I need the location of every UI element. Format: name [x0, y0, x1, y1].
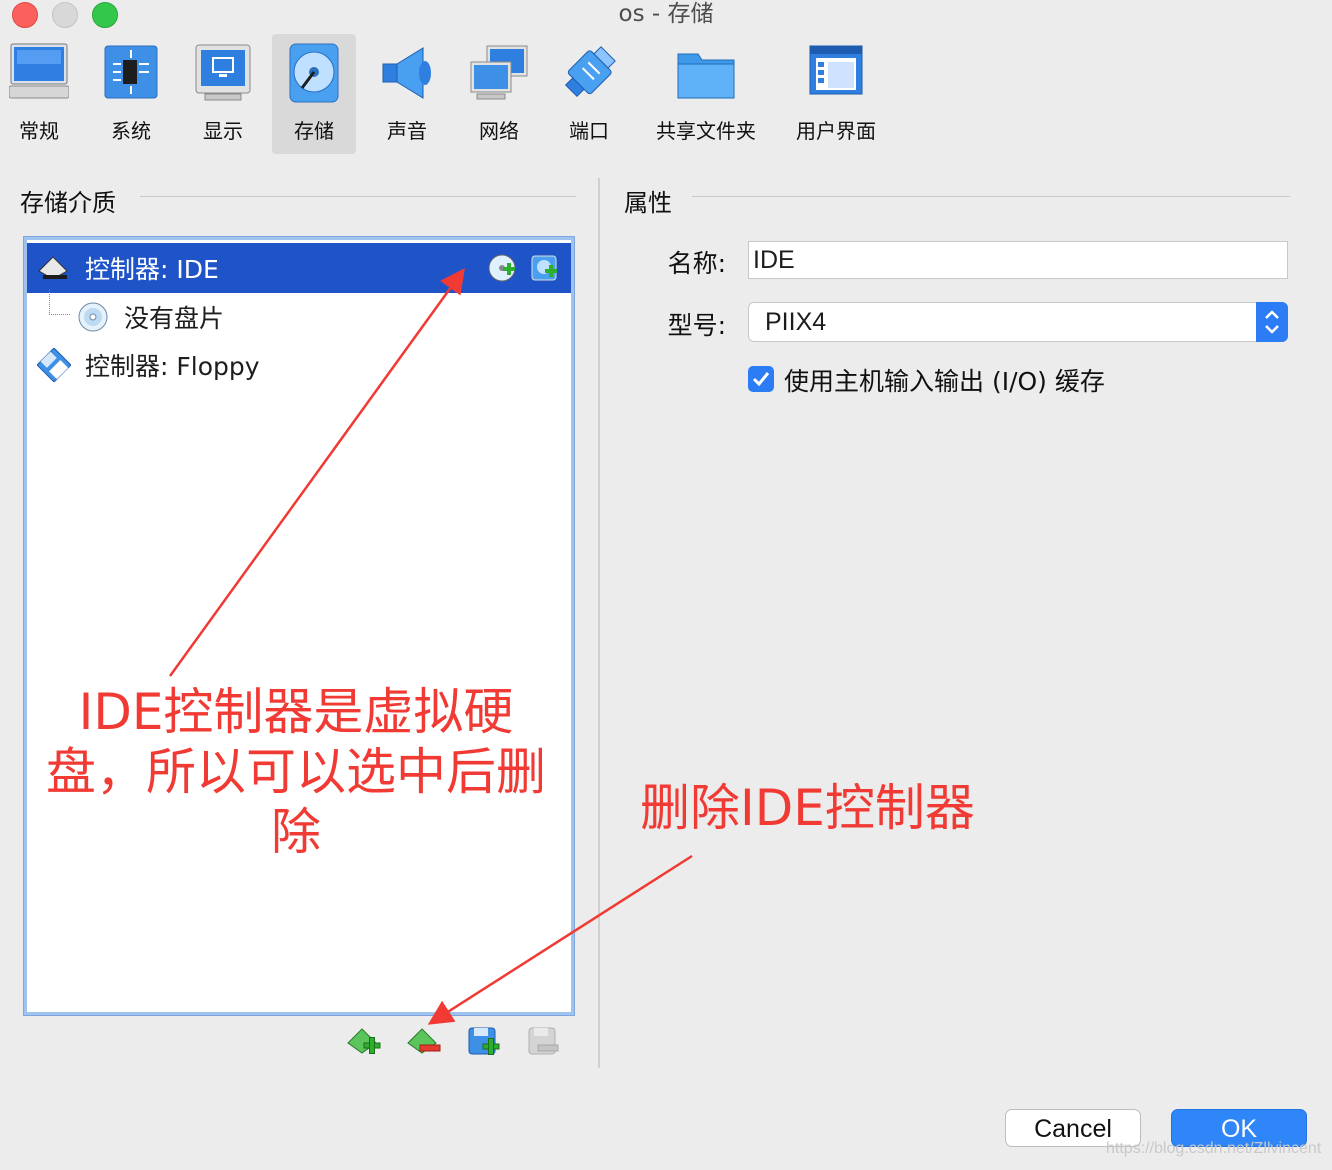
tab-user-interface[interactable]: 用户界面 [790, 34, 882, 154]
ide-controller-icon [38, 256, 68, 280]
add-optical-drive-icon[interactable] [487, 253, 517, 283]
add-hard-disk-icon[interactable] [529, 253, 559, 283]
tree-row-label: 没有盘片 [124, 304, 225, 333]
tab-audio[interactable]: 声音 [370, 34, 444, 154]
tab-general[interactable]: 常规 [2, 34, 76, 154]
tree-row-label: 控制器: IDE [85, 255, 219, 284]
add-attachment-icon[interactable] [466, 1025, 502, 1059]
properties-group-divider [692, 196, 1290, 197]
tree-row-empty-disk[interactable]: 没有盘片 [27, 290, 571, 342]
type-label: 型号: [667, 311, 726, 340]
io-cache-label: 使用主机输入输出 (I/O) 缓存 [784, 367, 1105, 396]
panel-divider [598, 178, 600, 1068]
tab-ports[interactable]: 端口 [552, 34, 626, 154]
annotation-note-delete: 删除IDE控制器 [640, 779, 975, 837]
tab-system[interactable]: 系统 [94, 34, 168, 154]
floppy-controller-icon [37, 348, 71, 382]
tree-row-floppy-controller[interactable]: 控制器: Floppy [27, 340, 571, 390]
io-cache-checkbox[interactable] [748, 366, 774, 392]
properties-group-title: 属性 [624, 189, 672, 217]
name-label: 名称: [667, 249, 726, 278]
optical-disc-icon [78, 302, 108, 332]
remove-controller-icon[interactable] [406, 1025, 442, 1059]
tab-network[interactable]: 网络 [462, 34, 536, 154]
speaker-icon [382, 47, 431, 99]
checkmark-icon [752, 372, 770, 387]
storage-group-title: 存储介质 [20, 189, 116, 217]
monitor-general-icon [9, 43, 69, 99]
network-icon [470, 45, 528, 100]
tab-storage[interactable]: 存储 [272, 34, 356, 154]
window-title: os - 存储 [618, 1, 714, 27]
tree-row-label: 控制器: Floppy [85, 352, 260, 381]
select-stepper[interactable] [1256, 302, 1288, 342]
folder-icon [677, 53, 735, 99]
storage-tree[interactable]: 控制器: IDE 没有盘片 控制器: Floppy [24, 237, 574, 1015]
display-icon [195, 44, 251, 101]
remove-attachment-icon[interactable] [526, 1025, 562, 1059]
watermark: https://blog.csdn.net/Zllvincent [1106, 1140, 1322, 1157]
name-input[interactable]: IDE [748, 241, 1288, 279]
user-interface-icon [809, 45, 863, 95]
annotation-note-select: IDE控制器是虚拟硬 盘，所以可以选中后删 除 [46, 683, 546, 861]
storage-group-divider [140, 196, 576, 197]
chevron-up-down-icon [1265, 310, 1279, 334]
tree-connector [49, 290, 70, 315]
type-select-value: PIIX4 [765, 308, 827, 336]
chip-system-icon [104, 45, 158, 99]
tab-shared-folders[interactable]: 共享文件夹 [652, 34, 760, 154]
add-controller-icon[interactable] [346, 1025, 382, 1059]
tab-display[interactable]: 显示 [186, 34, 260, 154]
title-bar: os - 存储 [0, 0, 1332, 30]
disk-storage-icon [289, 43, 339, 103]
type-select[interactable]: PIIX4 [748, 302, 1288, 342]
port-icon [564, 46, 616, 98]
tree-row-ide-controller[interactable]: 控制器: IDE [27, 243, 571, 293]
